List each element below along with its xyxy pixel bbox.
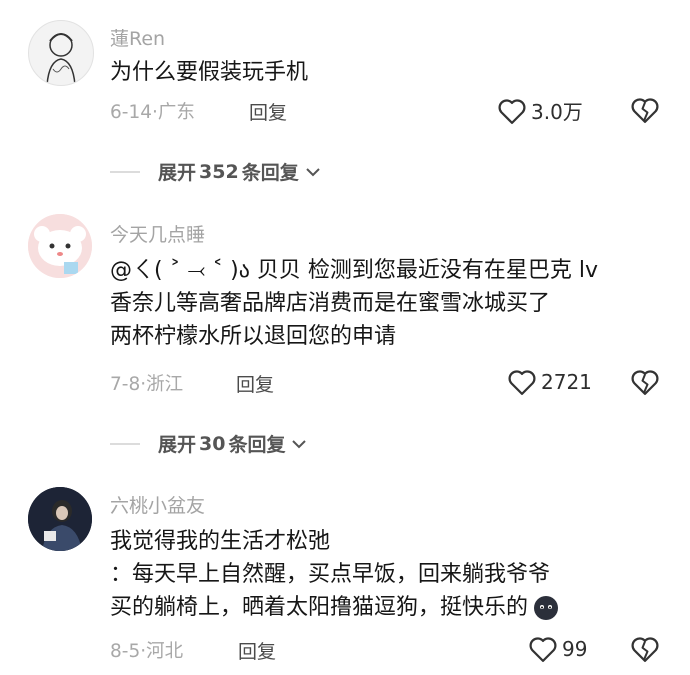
broken-heart-icon[interactable] — [630, 634, 660, 664]
comment-text-line: ：每天早上自然醒，买点早饭，回来躺我爷爷 — [110, 562, 551, 587]
reply-button[interactable]: 回复 — [249, 98, 287, 125]
comment-username[interactable]: 蓮Ren — [110, 24, 165, 51]
comment-text-line: 为什么要假装玩手机 — [110, 60, 309, 85]
expand-prefix: 展开 — [158, 434, 197, 456]
expand-count: 30 — [199, 432, 226, 455]
comment-date: 7-8 — [110, 374, 141, 395]
comment-text-line: 买的躺椅上，晒着太阳撸猫逗狗，挺快乐的 — [110, 595, 529, 620]
like-button[interactable]: 2721 — [507, 368, 592, 396]
comment-username[interactable]: 今天几点睡 — [110, 220, 205, 247]
expand-suffix: 条回复 — [228, 434, 286, 456]
expand-prefix: 展开 — [158, 162, 197, 184]
comment-location: 河北 — [146, 641, 184, 662]
avatar[interactable] — [28, 20, 94, 86]
comment-text-line: 香奈儿等高奢品牌店消费而是在蜜雪冰城买了 — [110, 291, 551, 316]
comment-date: 6-14 — [110, 102, 152, 123]
comment-item: 六桃小盆友 我觉得我的生活才松弛 ：每天早上自然醒，买点早饭，回来躺我爷爷 买的… — [0, 475, 690, 675]
comment-meta: 8-5·河北 — [110, 637, 183, 663]
comment-text: @ㄑ( ˃ ⤙ ˂ )ა 贝贝 检测到您最近没有在星巴克 lv 香奈儿等高奢品牌… — [110, 254, 598, 353]
comment-text-line: @ㄑ( ˃ ⤙ ˂ )ა 贝贝 检测到您最近没有在星巴克 lv — [110, 258, 599, 283]
expand-replies-button[interactable]: 展开 352 条回复 — [110, 158, 321, 185]
heart-outline-icon — [508, 370, 536, 395]
comment-text: 为什么要假装玩手机 — [110, 56, 308, 89]
comment-item: 蓮Ren 为什么要假装玩手机 6-14·广东 回复 3.0万 展开 352 条回… — [0, 0, 690, 200]
like-count: 2721 — [541, 370, 592, 394]
like-count: 3.0万 — [531, 100, 583, 124]
comment-location: 广东 — [157, 102, 195, 123]
reply-button[interactable]: 回复 — [238, 637, 276, 664]
comment-text-line: 两杯柠檬水所以退回您的申请 — [110, 324, 397, 349]
comment-text-line-with-emoji: 买的躺椅上，晒着太阳撸猫逗狗，挺快乐的 — [110, 591, 560, 624]
comment-username[interactable]: 六桃小盆友 — [110, 491, 205, 518]
expand-count: 352 — [199, 160, 239, 183]
comment-location: 浙江 — [146, 374, 184, 395]
broken-heart-icon[interactable] — [630, 95, 660, 125]
dark-blob-emoji-icon — [534, 595, 559, 620]
comment-meta: 7-8·浙江 — [110, 370, 183, 396]
comment-text-line: 我觉得我的生活才松弛 — [110, 529, 331, 554]
like-count: 99 — [562, 637, 588, 661]
like-button[interactable]: 99 — [528, 635, 587, 663]
like-button[interactable]: 3.0万 — [497, 96, 583, 125]
comment-meta: 6-14·广东 — [110, 98, 195, 124]
divider-line — [110, 170, 140, 173]
avatar[interactable] — [28, 214, 92, 278]
comment-date: 8-5 — [110, 641, 141, 662]
avatar[interactable] — [28, 487, 92, 551]
chevron-down-icon — [292, 439, 307, 448]
heart-outline-icon — [498, 98, 526, 124]
broken-heart-icon[interactable] — [630, 367, 660, 397]
reply-button[interactable]: 回复 — [236, 370, 274, 397]
heart-outline-icon — [529, 637, 557, 662]
divider-line — [110, 442, 140, 445]
expand-replies-button[interactable]: 展开 30 条回复 — [110, 430, 307, 457]
chevron-down-icon — [305, 167, 320, 176]
expand-suffix: 条回复 — [241, 162, 299, 184]
comment-text: 我觉得我的生活才松弛 ：每天早上自然醒，买点早饭，回来躺我爷爷 买的躺椅上，晒着… — [110, 525, 560, 624]
comment-item: 今天几点睡 @ㄑ( ˃ ⤙ ˂ )ა 贝贝 检测到您最近没有在星巴克 lv 香奈… — [0, 200, 690, 465]
